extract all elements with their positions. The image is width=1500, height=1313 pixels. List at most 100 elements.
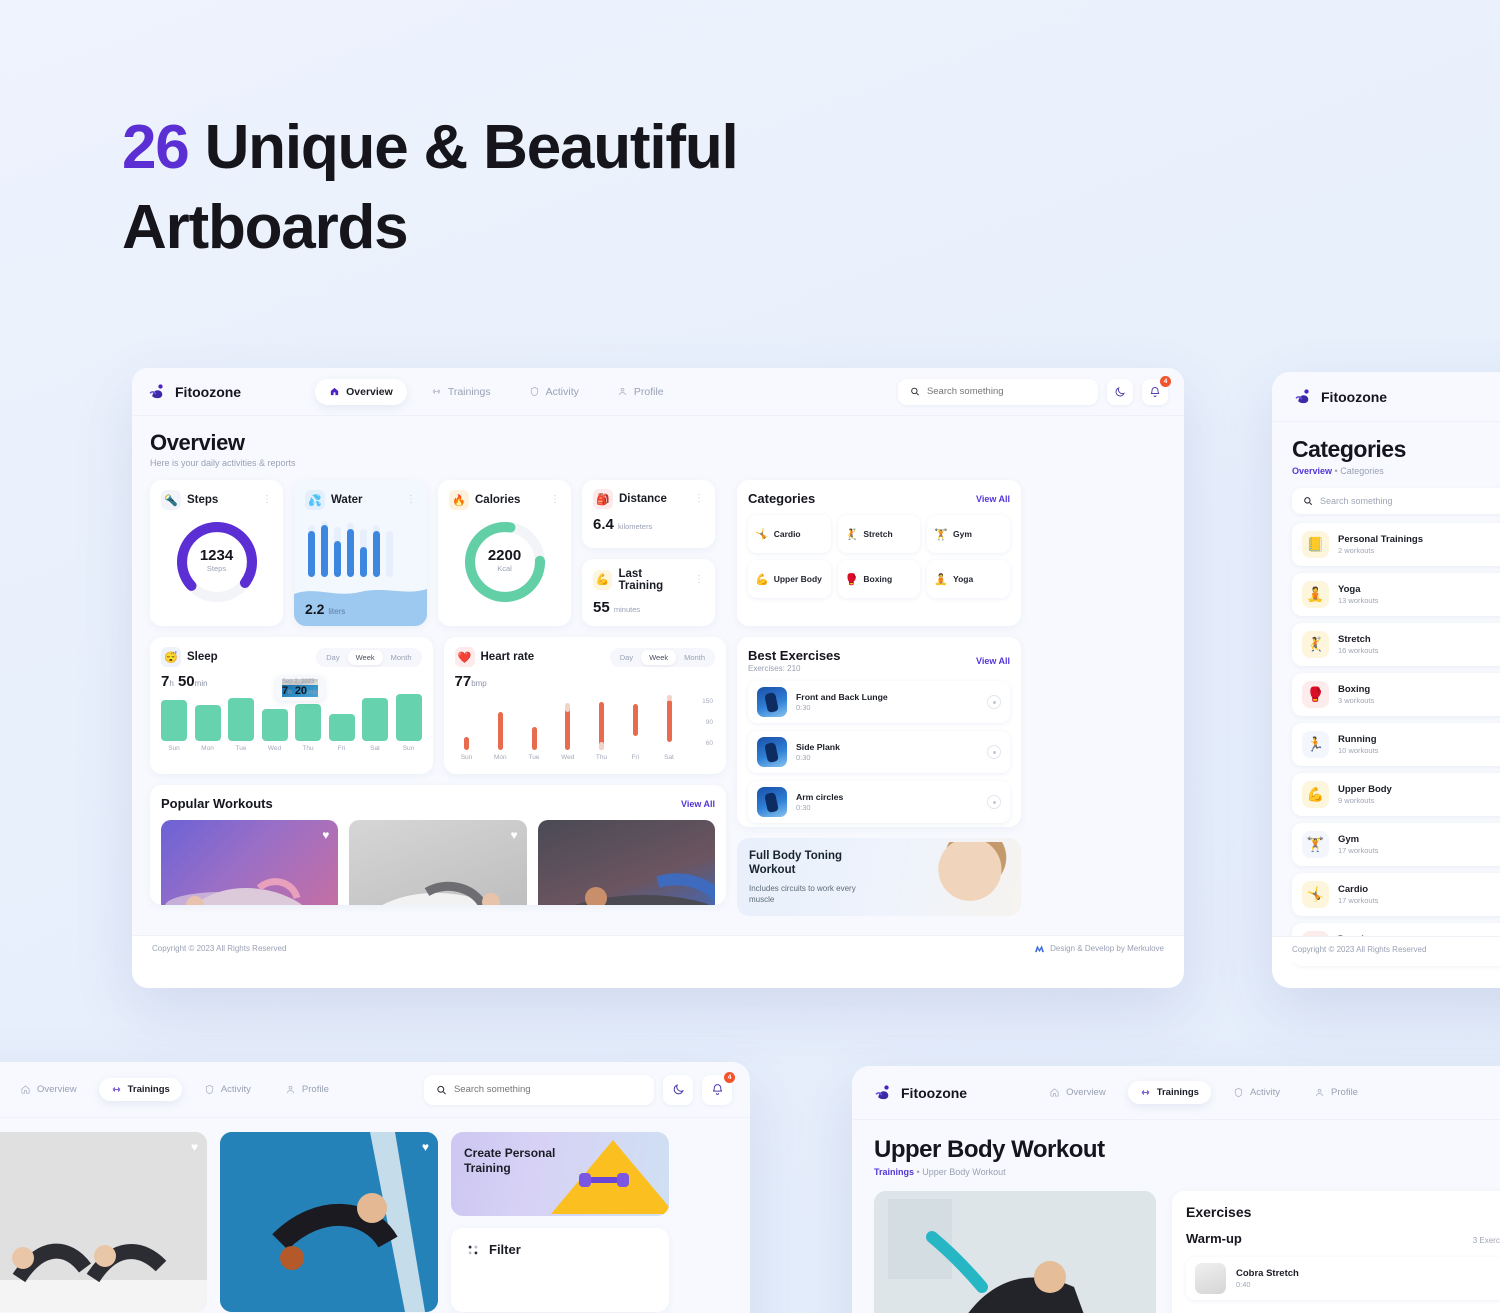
sleep-seg-month[interactable]: Month [383, 650, 420, 665]
search-input[interactable] [453, 1084, 642, 1095]
categories-view-all[interactable]: View All [976, 494, 1010, 504]
categories-card-title: Categories [748, 491, 816, 506]
steps-menu-icon[interactable]: ⋮ [262, 495, 272, 505]
hr-seg-day[interactable]: Day [612, 650, 641, 665]
stat-card-water[interactable]: 💦 Water ⋮ 2.2 liters [294, 480, 427, 626]
nav-item-profile[interactable]: Profile [273, 1078, 341, 1101]
sleep-seg-day[interactable]: Day [318, 650, 347, 665]
categories-search-box[interactable]: Search something [1292, 488, 1500, 514]
category-chip-boxing[interactable]: 🥊 Boxing [837, 560, 921, 598]
favorite-heart-icon[interactable]: ♥ [322, 828, 329, 842]
nav-item-profile[interactable]: Profile [603, 379, 678, 405]
dashboard-body: Overview Here is your daily activities &… [132, 416, 1184, 961]
stat-card-steps[interactable]: 🔦 Steps ⋮ 1234 Steps [150, 480, 283, 626]
exercise-row[interactable]: Side Plank 0:30 [748, 731, 1010, 773]
distance-menu-icon[interactable]: ⋮ [694, 494, 704, 504]
best-exercises-view-all[interactable]: View All [976, 656, 1010, 666]
training-card[interactable]: ♥ [220, 1132, 438, 1312]
promo-description: Includes circuits to work every muscle [749, 884, 856, 904]
exercise-play-icon[interactable] [987, 745, 1001, 759]
stat-card-last-training[interactable]: 💪 Last Training ⋮ 55 minutes [582, 558, 715, 626]
category-list-item[interactable]: 🤾 Stretch 16 workouts [1292, 623, 1500, 666]
exercise-row[interactable]: Cobra Stretch 0:40 [1186, 1257, 1500, 1300]
filter-row[interactable]: Filter [466, 1242, 654, 1257]
dashboard-footer: Copyright © 2023 All Rights Reserved Des… [132, 935, 1184, 961]
exercise-play-icon[interactable] [987, 795, 1001, 809]
breadcrumb-parent[interactable]: Trainings [874, 1167, 914, 1177]
nav-item-activity[interactable]: Activity [192, 1078, 263, 1101]
nav-label-activity: Activity [1249, 1087, 1281, 1098]
nav-item-activity[interactable]: Activity [515, 379, 593, 405]
favorite-heart-icon[interactable]: ♥ [422, 1140, 429, 1154]
category-chip-stretch[interactable]: 🤾 Stretch [837, 515, 921, 553]
dark-mode-toggle[interactable] [663, 1074, 693, 1105]
nav-item-trainings[interactable]: Trainings [417, 379, 505, 405]
hr-ytick: 90 [705, 719, 713, 726]
breadcrumb-parent[interactable]: Overview [1292, 466, 1332, 476]
favorite-heart-icon[interactable]: ♥ [511, 828, 518, 842]
category-list-item[interactable]: 📒 Personal Trainings 2 workouts [1292, 523, 1500, 566]
workout-card[interactable]: ♥ [349, 820, 527, 905]
search-box[interactable] [898, 378, 1098, 405]
heart-rate-range-segmented-control[interactable]: Day Week Month [609, 647, 715, 667]
sleep-bars [161, 694, 422, 741]
last-training-menu-icon[interactable]: ⋮ [694, 574, 704, 584]
nav-item-activity[interactable]: Activity [1221, 1081, 1292, 1104]
main-nav: Overview Trainings Activity Profile [315, 378, 678, 405]
water-menu-icon[interactable]: ⋮ [406, 495, 416, 505]
training-card[interactable]: ♥ [0, 1132, 207, 1312]
last-training-unit: minutes [613, 604, 641, 614]
sleep-seg-week[interactable]: Week [347, 649, 383, 665]
search-input[interactable] [926, 386, 1086, 397]
search-icon [911, 387, 920, 396]
category-chip-cardio[interactable]: 🤸 Cardio [748, 515, 831, 553]
stat-card-calories[interactable]: 🔥 Calories ⋮ 2200 Kcal [438, 480, 571, 626]
nav-item-trainings[interactable]: Trainings [98, 1078, 182, 1101]
boxing-label: Boxing [863, 574, 893, 584]
steps-title: Steps [187, 494, 219, 506]
workout-card[interactable]: ♥ [161, 820, 339, 905]
nav-item-overview[interactable]: Overview [1037, 1081, 1118, 1104]
stat-card-distance[interactable]: 🎒 Distance ⋮ 6.4 kilometers [582, 480, 715, 548]
category-list-item[interactable]: 🤸 Cardio 17 workouts [1292, 873, 1500, 916]
category-chip-gym[interactable]: 🏋 Gym [927, 515, 1010, 553]
cardio-emoji-icon: 🤸 [1302, 881, 1329, 908]
category-list-item[interactable]: 🥊 Boxing 3 workouts [1292, 673, 1500, 716]
category-list-item[interactable]: 🧘 Yoga 13 workouts [1292, 573, 1500, 616]
promo-banner[interactable]: Full Body Toning Workout Includes circui… [737, 838, 1021, 916]
distance-value-group: 6.4 kilometers [593, 516, 704, 533]
brand-logo[interactable]: Fitoozone [148, 382, 241, 402]
breadcrumb-current: Categories [1340, 466, 1384, 476]
category-chip-yoga[interactable]: 🧘 Yoga [927, 560, 1010, 598]
category-chip-upper-body[interactable]: 💪 Upper Body [748, 560, 831, 598]
category-list-item[interactable]: 💪 Upper Body 9 workouts [1292, 773, 1500, 816]
nav-item-overview[interactable]: Overview [8, 1078, 89, 1101]
calories-menu-icon[interactable]: ⋮ [550, 495, 560, 505]
dark-mode-toggle[interactable] [1107, 378, 1133, 405]
notifications-button[interactable]: 4 [1142, 375, 1171, 405]
search-box[interactable] [424, 1074, 654, 1105]
exercise-play-icon[interactable] [987, 695, 1001, 709]
favorite-heart-icon[interactable]: ♥ [191, 1140, 198, 1154]
category-list-item[interactable]: 🏃 Running 10 workouts [1292, 723, 1500, 766]
exercise-row[interactable]: Arm circles 0:30 [748, 781, 1010, 823]
popular-workouts-view-all[interactable]: View All [681, 799, 715, 809]
workout-card[interactable] [537, 820, 715, 905]
nav-item-overview[interactable]: Overview [315, 378, 407, 405]
filter-card[interactable]: Filter [451, 1228, 669, 1312]
category-count: 10 workouts [1338, 746, 1379, 755]
moon-icon [1115, 386, 1125, 396]
hr-seg-week[interactable]: Week [641, 649, 677, 665]
nav-item-profile[interactable]: Profile [1302, 1081, 1370, 1104]
categories-brand-logo[interactable]: Fitoozone [1294, 387, 1387, 407]
workout-brand-name: Fitoozone [901, 1084, 968, 1101]
exercise-row[interactable]: Front and Back Lunge 0:30 [748, 681, 1010, 723]
nav-item-trainings[interactable]: Trainings [1127, 1081, 1211, 1104]
create-personal-training-card[interactable]: Create Personal Training [451, 1132, 669, 1216]
sleep-range-segmented-control[interactable]: Day Week Month [316, 647, 422, 667]
steps-value: 1234 [199, 547, 234, 564]
hr-seg-month[interactable]: Month [676, 650, 713, 665]
notifications-button[interactable]: 4 [702, 1071, 735, 1105]
category-list-item[interactable]: 🏋 Gym 17 workouts [1292, 823, 1500, 866]
workout-brand-logo[interactable]: Fitoozone [874, 1083, 967, 1103]
